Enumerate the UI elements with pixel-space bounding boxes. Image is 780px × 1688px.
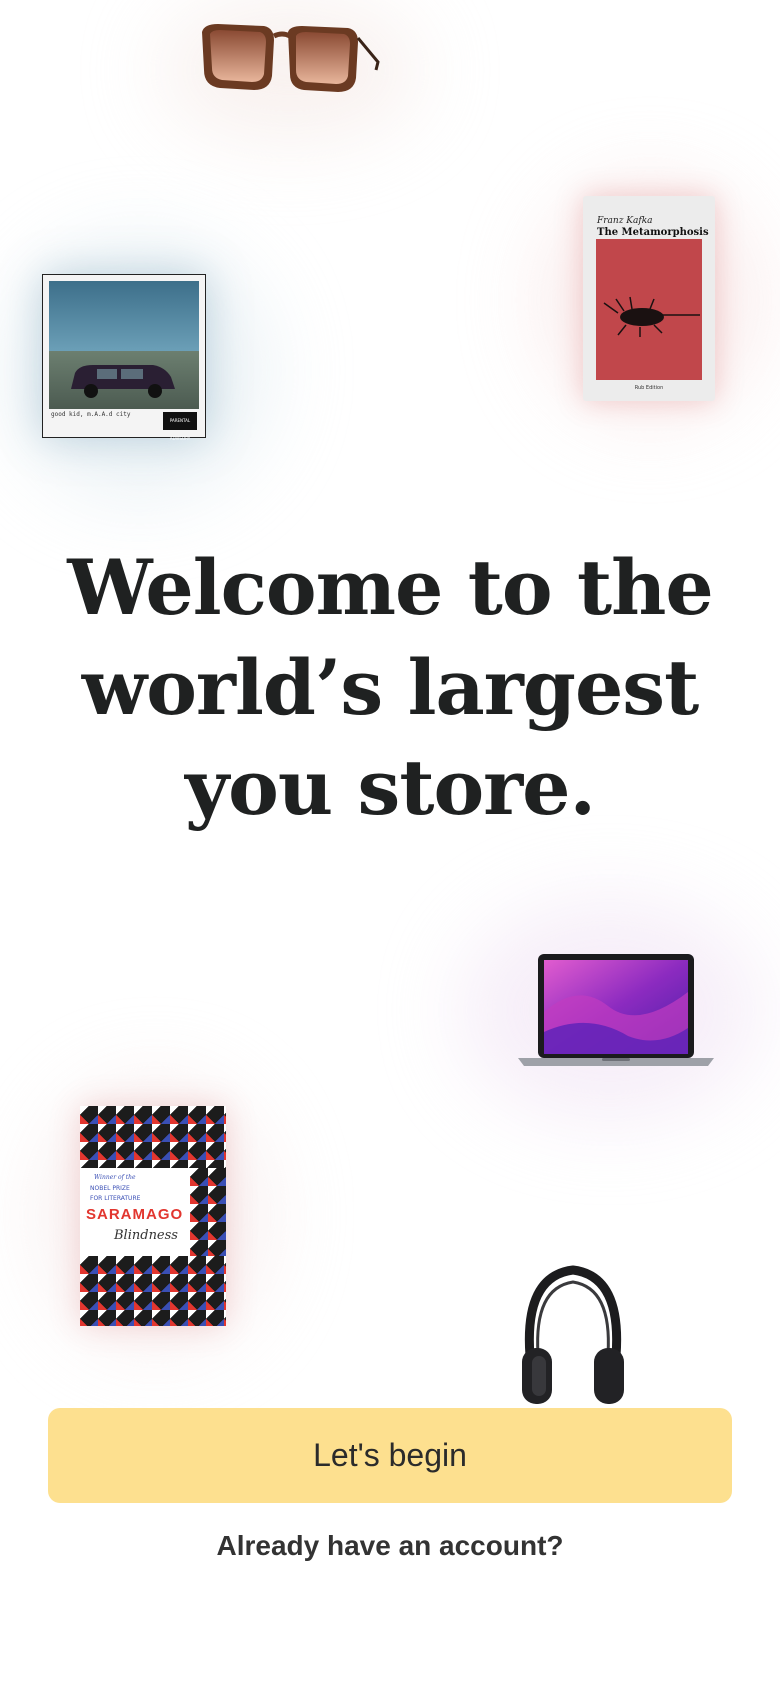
- minivan-image: [71, 365, 175, 398]
- sunglasses-product-image: [202, 24, 380, 92]
- book-award-line-2: FOR LITERATURE: [90, 1195, 141, 1202]
- book-award-intro: Winner of the: [94, 1174, 136, 1181]
- book-author: SARAMAGO: [86, 1206, 184, 1223]
- book-author: Franz Kafka: [597, 216, 653, 226]
- metamorphosis-book-product: Franz Kafka The Metamorphosis Rub Editio…: [583, 196, 715, 401]
- book-pattern-side: [190, 1168, 226, 1263]
- headphones-product-image: [522, 1265, 624, 1404]
- book-title: Blindness: [114, 1228, 178, 1243]
- book-award-name: NOBEL PRIZE FOR LITERATURE: [90, 1184, 140, 1204]
- welcome-heading-line-2: world’s largest: [81, 643, 699, 732]
- album-handwritten-title: good kid, m.A.A.d city: [51, 411, 131, 418]
- parental-advisory-label: PARENTAL ADVISORY: [163, 412, 197, 441]
- welcome-heading: Welcome to the world’s largest you store…: [0, 538, 780, 838]
- welcome-heading-line-3: you store.: [184, 743, 596, 832]
- book-title: The Metamorphosis: [597, 227, 709, 238]
- album-cover-product: good kid, m.A.A.d city PARENTAL ADVISORY: [42, 274, 206, 441]
- book-edition: Rub Edition: [634, 385, 664, 391]
- book-award-line-1: NOBEL PRIZE: [90, 1185, 130, 1192]
- blindness-book-product: Winner of the NOBEL PRIZE FOR LITERATURE…: [80, 1106, 226, 1326]
- book-pattern-bottom: [80, 1256, 226, 1326]
- book-cover-panel: [596, 239, 702, 380]
- lets-begin-button[interactable]: Let's begin: [48, 1408, 732, 1503]
- welcome-heading-line-1: Welcome to the: [67, 543, 714, 632]
- album-sky: [49, 281, 199, 351]
- book-pattern-top: [80, 1106, 226, 1168]
- laptop-product-image: [518, 954, 714, 1066]
- beetle-icon: [603, 296, 700, 337]
- already-have-account-link[interactable]: Already have an account?: [0, 1530, 780, 1562]
